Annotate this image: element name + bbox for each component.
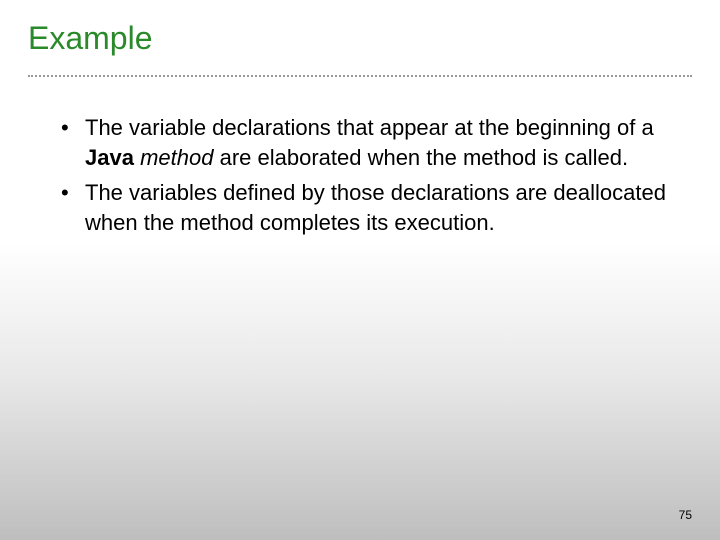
bullet1-text-2: are elaborated when the method is called… <box>213 145 628 170</box>
bullet1-bold: Java <box>85 145 134 170</box>
bullet-item-1: The variable declarations that appear at… <box>55 113 680 172</box>
bullet-list: The variable declarations that appear at… <box>0 113 720 238</box>
bullet1-italic: method <box>140 145 213 170</box>
page-number: 75 <box>679 508 692 522</box>
slide-title: Example <box>0 0 720 57</box>
bullet-item-2: The variables defined by those declarati… <box>55 178 680 237</box>
title-divider <box>28 75 692 77</box>
bullet1-text-1: The variable declarations that appear at… <box>85 115 654 140</box>
